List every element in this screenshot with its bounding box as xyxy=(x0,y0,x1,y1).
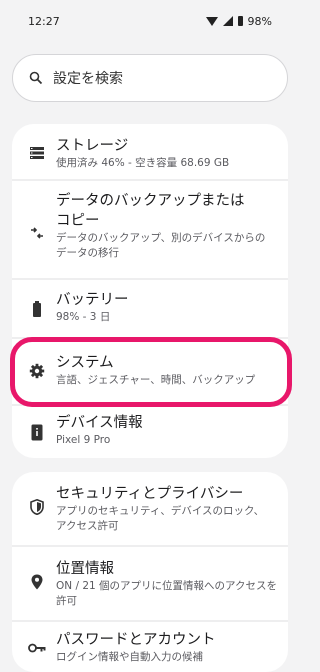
storage-title: ストレージ xyxy=(56,138,129,154)
device-info-title: デバイス情報 xyxy=(56,415,143,431)
device-info-subtitle: Pixel 9 Pro xyxy=(56,434,111,446)
shield-icon xyxy=(28,498,46,516)
location-title: 位置情報 xyxy=(56,561,114,577)
security-title: セキュリティとプライバシー xyxy=(56,486,244,502)
system-subtitle: 言語、ジェスチャー、時間、バックアップ xyxy=(56,374,256,386)
signal-icon xyxy=(222,16,233,26)
settings-card-privacy: セキュリティとプライバシー アプリのセキュリティ、デバイスのロック、 アクセス許… xyxy=(12,472,288,672)
storage-icon xyxy=(28,144,46,162)
battery-percent: 98% xyxy=(247,14,272,28)
backup-title-line2: コピー xyxy=(56,213,100,229)
settings-item-storage[interactable]: ストレージ 使用済み 46% - 空き容量 68.69 GB xyxy=(12,124,288,178)
battery-title: バッテリー xyxy=(56,292,129,308)
battery-icon xyxy=(28,300,46,318)
status-bar: 12:27 98% xyxy=(0,0,300,42)
device-info-icon xyxy=(28,423,46,441)
system-title: システム xyxy=(56,355,114,371)
security-subtitle-line2: アクセス許可 xyxy=(56,520,119,532)
settings-item-battery[interactable]: バッテリー 98% - 3 日 xyxy=(12,280,288,336)
settings-item-security-privacy[interactable]: セキュリティとプライバシー アプリのセキュリティ、デバイスのロック、 アクセス許… xyxy=(12,472,288,544)
passwords-subtitle: ログイン情報や自動入力の候補 xyxy=(56,651,203,663)
gear-icon xyxy=(28,362,46,380)
backup-title: データのバックアップまたは xyxy=(56,193,245,209)
settings-item-backup[interactable]: データのバックアップまたは コピー データのバックアップ、別のデバイスからの デ… xyxy=(12,181,288,277)
key-icon xyxy=(28,639,46,657)
search-settings-bar[interactable]: 設定を検索 xyxy=(12,54,288,102)
location-subtitle-line2: 許可 xyxy=(56,595,77,607)
location-pin-icon xyxy=(28,573,46,591)
backup-subtitle-line2: データの移行 xyxy=(56,247,119,259)
location-subtitle: ON / 21 個のアプリに位置情報へのアクセスを xyxy=(56,580,278,592)
backup-transfer-icon xyxy=(28,224,46,242)
battery-status-icon xyxy=(237,16,243,26)
settings-item-device-info[interactable]: デバイス情報 Pixel 9 Pro xyxy=(12,406,288,458)
wifi-icon xyxy=(205,16,218,26)
status-time: 12:27 xyxy=(28,14,60,28)
storage-subtitle: 使用済み 46% - 空き容量 68.69 GB xyxy=(56,157,230,169)
settings-item-location[interactable]: 位置情報 ON / 21 個のアプリに位置情報へのアクセスを 許可 xyxy=(12,547,288,619)
settings-item-passwords-accounts[interactable]: パスワードとアカウント ログイン情報や自動入力の候補 xyxy=(12,622,288,672)
security-subtitle: アプリのセキュリティ、デバイスのロック、 xyxy=(56,505,265,517)
search-icon xyxy=(29,71,43,85)
settings-item-system[interactable]: システム 言語、ジェスチャー、時間、バックアップ xyxy=(12,339,288,403)
settings-card-device: ストレージ 使用済み 46% - 空き容量 68.69 GB データのバックアッ… xyxy=(12,124,288,458)
battery-subtitle: 98% - 3 日 xyxy=(56,311,111,323)
backup-subtitle: データのバックアップ、別のデバイスからの xyxy=(56,232,266,244)
passwords-title: パスワードとアカウント xyxy=(56,632,216,648)
status-icons: 98% xyxy=(205,14,272,28)
search-label: 設定を検索 xyxy=(53,71,123,87)
